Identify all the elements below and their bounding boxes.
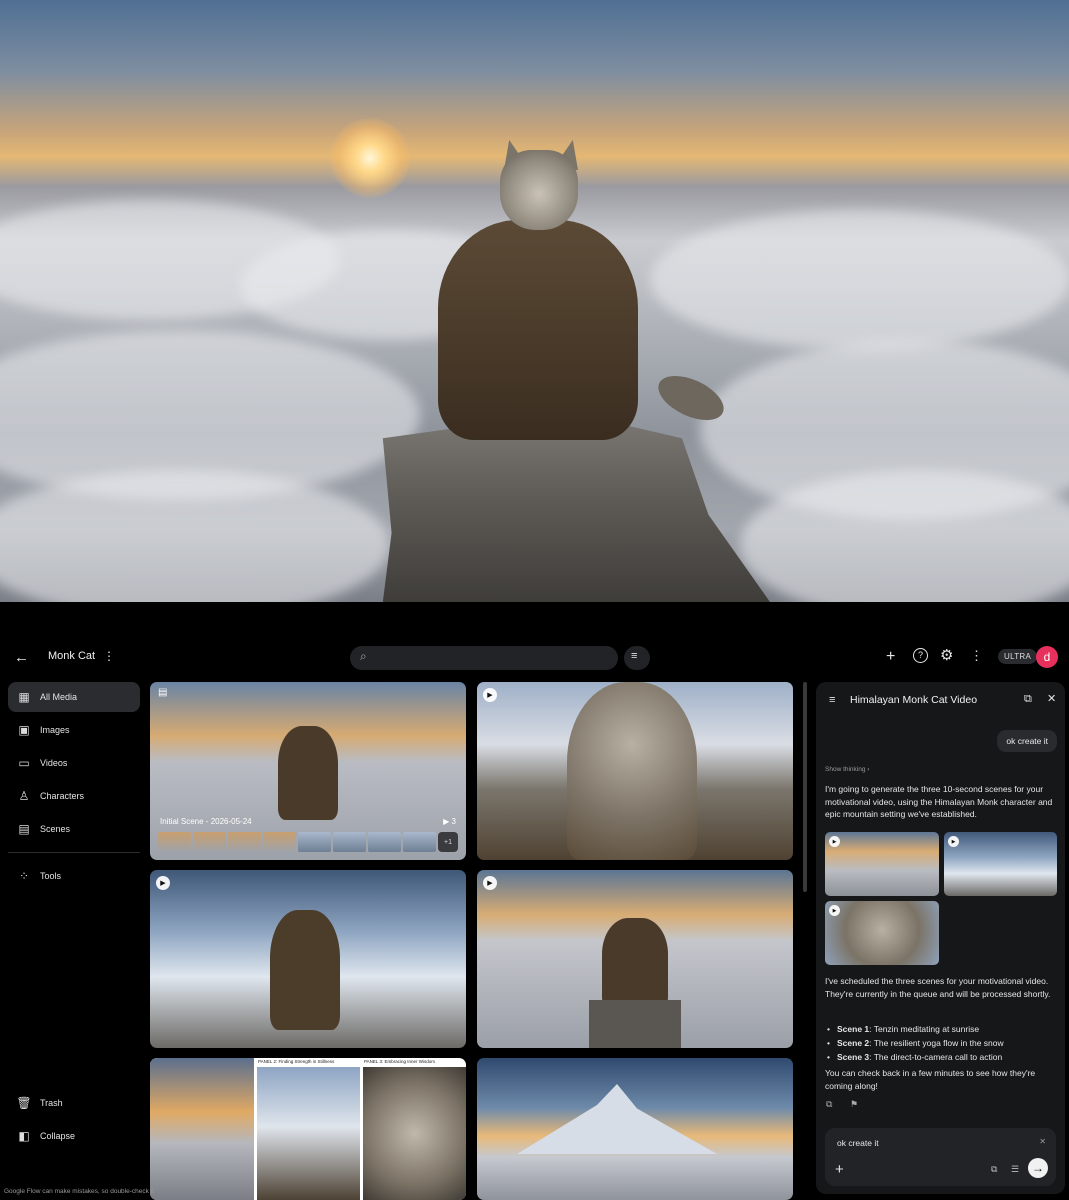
chat-input-value[interactable]: ok create it	[837, 1138, 879, 1148]
image-edit-icon[interactable]: ⧉	[991, 1165, 997, 1174]
scene-count: ▶ 3	[443, 817, 456, 826]
media-grid: ▤ Initial Scene - 2026-05-24 ▶ 3 +1 ▶ ▶ …	[0, 602, 800, 1200]
clapperboard-icon: ▤	[158, 687, 168, 698]
open-external-icon[interactable]: ⧉	[1024, 694, 1032, 705]
assistant-followup: You can check back in a few minutes to s…	[825, 1068, 1036, 1091]
settings-gear-icon[interactable]: ⚙	[940, 648, 953, 663]
add-attachment-icon[interactable]: +	[835, 1162, 844, 1177]
assistant-intro: I'm going to generate the three 10-secon…	[825, 784, 1053, 819]
result-thumbnail[interactable]: ▶	[825, 901, 939, 965]
hamburger-menu-icon[interactable]: ≡	[829, 695, 835, 706]
play-icon[interactable]: ▶	[829, 836, 840, 847]
list-item: Scene 2: The resilient yoga flow in the …	[825, 1036, 1059, 1050]
comic-tile[interactable]: PANEL 2: Finding Strength in Stillness P…	[150, 1058, 466, 1200]
user-message: ok create it	[997, 730, 1057, 752]
play-icon[interactable]: ▶	[829, 905, 840, 916]
clear-input-icon[interactable]: ✕	[1039, 1138, 1046, 1146]
play-icon[interactable]: ▶	[156, 876, 170, 890]
list-item: Scene 1: Tenzin meditating at sunrise	[825, 1022, 1059, 1036]
scene-list: Scene 1: Tenzin meditating at sunrise Sc…	[825, 1022, 1059, 1064]
chat-title: Himalayan Monk Cat Video	[850, 694, 978, 706]
disclaimer-text: Google Flow can make mistakes, so double…	[4, 1188, 154, 1195]
play-icon[interactable]: ▶	[483, 876, 497, 890]
more-menu-icon[interactable]: ⋮	[970, 649, 983, 662]
close-icon[interactable]: ✕	[1047, 694, 1056, 705]
list-item: Scene 3: The direct-to-camera call to ac…	[825, 1050, 1059, 1064]
flag-icon[interactable]: ⚑	[850, 1100, 858, 1109]
hero-image	[0, 0, 1069, 602]
chat-panel: ≡ Himalayan Monk Cat Video ⧉ ✕ ok create…	[816, 682, 1065, 1194]
scene-label: Initial Scene - 2026-05-24	[160, 817, 252, 826]
comic-panel-caption: PANEL 3: Embracing Inner Wisdom	[364, 1059, 436, 1064]
copy-icon[interactable]: ⧉	[826, 1100, 832, 1109]
grid-scrollbar[interactable]	[803, 682, 807, 892]
avatar[interactable]: d	[1036, 646, 1058, 668]
help-icon[interactable]: ?	[913, 648, 928, 663]
sun	[330, 118, 410, 198]
plan-badge: ULTRA	[998, 649, 1038, 664]
result-thumbnail[interactable]: ▶	[825, 832, 939, 896]
flow-app: ← Monk Cat ⋮ ⌕ ≡ + ? ⚙ ⋮ ULTRA d ▦ All M…	[0, 602, 1069, 1200]
assistant-scheduled: I've scheduled the three scenes for your…	[825, 976, 1051, 999]
video-tile[interactable]: ▶	[477, 682, 793, 860]
play-icon[interactable]: ▶	[483, 688, 497, 702]
image-tile[interactable]	[477, 1058, 793, 1200]
video-tile[interactable]: ▶	[150, 870, 466, 1048]
comic-panel-caption: PANEL 2: Finding Strength in Stillness	[258, 1059, 335, 1064]
show-thinking-toggle[interactable]: Show thinking ›	[825, 766, 869, 773]
add-icon[interactable]: +	[886, 649, 895, 665]
more-frames-badge[interactable]: +1	[438, 832, 458, 852]
tune-settings-icon[interactable]: ☰	[1011, 1165, 1019, 1174]
result-thumbnail[interactable]: ▶	[944, 832, 1057, 896]
filmstrip: +1	[158, 832, 458, 852]
video-tile[interactable]: ▶	[477, 870, 793, 1048]
send-button[interactable]: →	[1028, 1158, 1048, 1178]
monk-cat	[418, 140, 731, 470]
scene-count-value: 3	[451, 817, 456, 826]
play-icon[interactable]: ▶	[948, 836, 959, 847]
show-thinking-label: Show thinking	[825, 766, 866, 773]
chat-input[interactable]: ok create it ✕ + ⧉ ☰ →	[825, 1128, 1056, 1186]
scene-tile[interactable]: ▤ Initial Scene - 2026-05-24 ▶ 3 +1	[150, 682, 466, 860]
